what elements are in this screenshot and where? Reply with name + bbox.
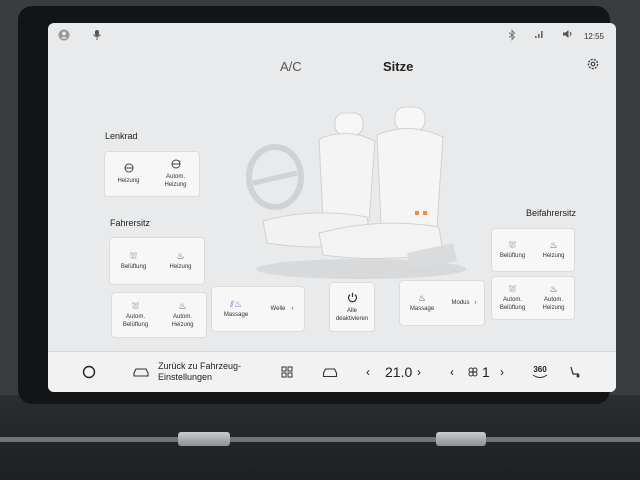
passenger-section-title: Beifahrersitz	[526, 208, 577, 218]
microphone-icon[interactable]	[92, 29, 102, 44]
passenger-seat-card-2: ⛆ Autom. Belüftung ♨ Autom. Heizung	[492, 277, 574, 319]
passenger-massage-button[interactable]: ♨ Massage	[400, 281, 444, 325]
fan-decrease-button[interactable]: ‹	[450, 352, 454, 392]
seat-auto-vent-icon: ⛆	[131, 300, 140, 311]
driver-section-title: Fahrersitz	[110, 218, 151, 228]
status-bar: 12:55	[48, 23, 616, 49]
steering-heat-icon	[123, 163, 135, 174]
driver-heating-button[interactable]: ♨ Heizung	[157, 238, 204, 284]
apps-grid-icon[interactable]	[281, 352, 293, 392]
seat-heat-icon: ♨	[176, 250, 185, 261]
gear-icon[interactable]	[586, 57, 600, 74]
seat-auto-vent-icon: ⛆	[508, 283, 517, 294]
steering-auto-heat-icon: A	[170, 159, 182, 170]
passenger-auto-ventilation-button[interactable]: ⛆ Autom. Belüftung	[492, 277, 533, 319]
volume-icon[interactable]	[562, 29, 574, 42]
profile-icon[interactable]	[58, 29, 70, 44]
steering-controls-card: Heizung A Autom. Heizung	[105, 152, 199, 196]
chevron-right-icon: ›	[474, 300, 477, 306]
massage-icon: ⫽♨	[229, 298, 243, 309]
fan-icon	[468, 352, 478, 392]
seat-vent-icon: ⛆	[129, 250, 138, 261]
tab-seats[interactable]: Sitze	[383, 59, 413, 74]
signal-icon	[534, 29, 544, 42]
seat-vent-icon: ⛆	[508, 239, 517, 250]
passenger-massage-mode-button[interactable]: Modus ›	[444, 281, 484, 325]
bluetooth-icon	[508, 29, 516, 44]
back-to-vehicle-settings-link[interactable]: Zurück zu Fahrzeug-Einstellungen	[158, 352, 258, 392]
seats-illustration	[243, 103, 473, 283]
home-circle-icon[interactable]	[82, 352, 96, 392]
tab-ac[interactable]: A/C	[280, 59, 302, 74]
driver-seat-card-2: ⛆ Autom. Belüftung ♨ Autom. Heizung	[112, 293, 206, 337]
seat-heat-icon: ♨	[549, 239, 558, 250]
bottom-navbar: Zurück zu Fahrzeug-Einstellungen ‹ 21.0 …	[48, 351, 616, 392]
camera-360-icon[interactable]: 360	[532, 352, 548, 392]
driver-massage-mode-button[interactable]: Welle ›	[260, 287, 304, 331]
temperature-decrease-button[interactable]: ‹	[366, 352, 370, 392]
passenger-heating-button[interactable]: ♨ Heizung	[533, 229, 574, 271]
infotainment-screen: 12:55 A/C Sitze Lenkrad Heizung A Autom.…	[48, 23, 616, 392]
svg-text:A: A	[178, 159, 180, 163]
fan-level-value: 1	[482, 364, 490, 380]
vent-knob-left	[178, 432, 230, 446]
driver-massage-button[interactable]: ⫽♨ Massage	[212, 287, 260, 331]
power-icon	[347, 292, 358, 304]
passenger-seat-card-1: ⛆ Belüftung ♨ Heizung	[492, 229, 574, 271]
seat-auto-heat-icon: ♨	[178, 300, 187, 311]
car-icon	[132, 352, 150, 392]
steering-auto-heating-button[interactable]: A Autom. Heizung	[152, 152, 199, 196]
clock: 12:55	[583, 32, 604, 41]
passenger-massage-card[interactable]: ♨ Massage Modus ›	[400, 281, 484, 325]
dashboard-trim	[0, 437, 640, 442]
fan-increase-button[interactable]: ›	[500, 352, 504, 392]
driver-auto-heating-button[interactable]: ♨ Autom. Heizung	[159, 293, 206, 337]
massage-icon: ♨	[417, 292, 427, 303]
temperature-increase-button[interactable]: ›	[417, 352, 421, 392]
driver-ventilation-button[interactable]: ⛆ Belüftung	[110, 238, 157, 284]
driver-seat-card-1: ⛆ Belüftung ♨ Heizung	[110, 238, 204, 284]
driver-massage-card[interactable]: ⫽♨ Massage Welle ›	[212, 287, 304, 331]
seat-adjust-icon[interactable]	[568, 352, 582, 392]
steering-heating-button[interactable]: Heizung	[105, 152, 152, 196]
steering-section-title: Lenkrad	[105, 131, 138, 141]
chevron-right-icon: ›	[291, 306, 294, 312]
vent-knob-right	[436, 432, 486, 446]
driver-auto-ventilation-button[interactable]: ⛆ Autom. Belüftung	[112, 293, 159, 337]
passenger-ventilation-button[interactable]: ⛆ Belüftung	[492, 229, 533, 271]
temperature-value: 21.0	[385, 364, 413, 380]
seat-auto-heat-icon: ♨	[549, 283, 558, 294]
car-outline-icon[interactable]	[322, 352, 338, 392]
all-off-button[interactable]: Alle deaktivieren	[330, 283, 374, 331]
display-bezel: 12:55 A/C Sitze Lenkrad Heizung A Autom.…	[18, 6, 616, 404]
passenger-auto-heating-button[interactable]: ♨ Autom. Heizung	[533, 277, 574, 319]
